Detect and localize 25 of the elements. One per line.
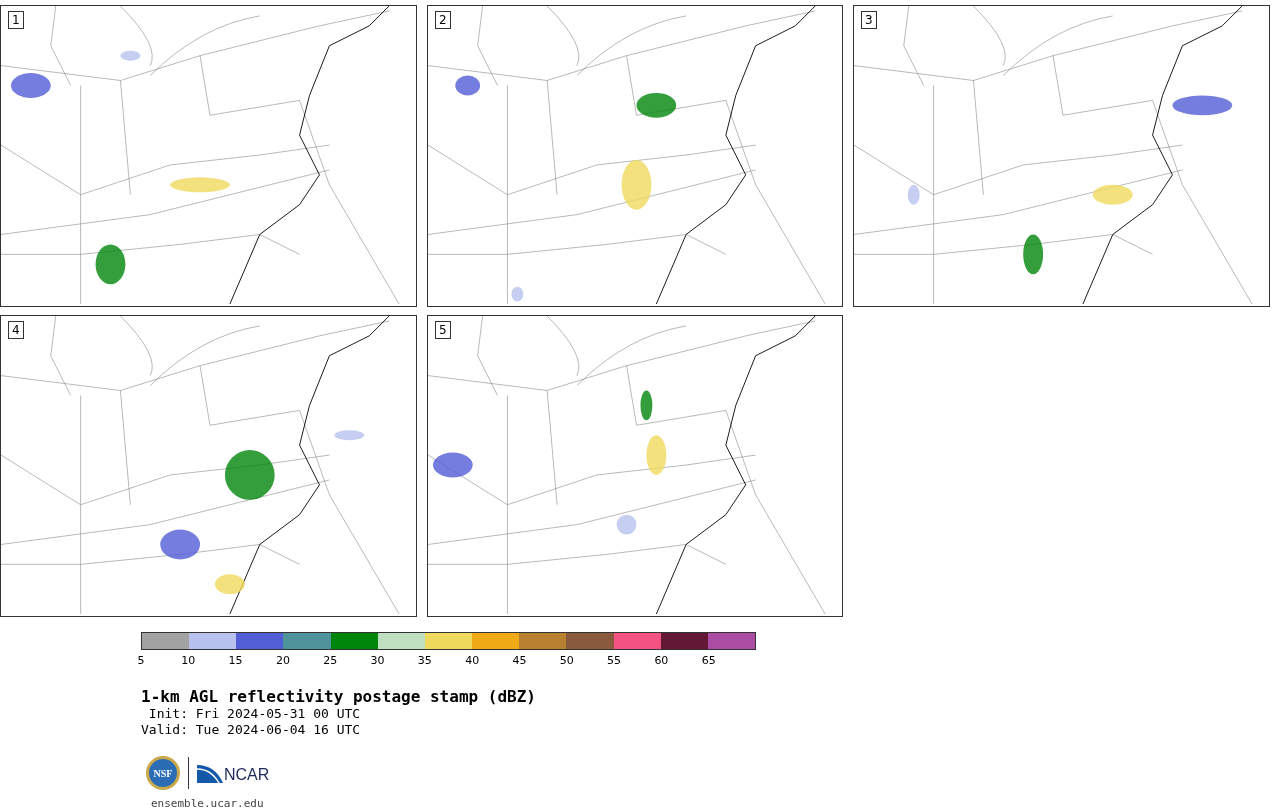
valid-time: Valid: Tue 2024-06-04 16 UTC (141, 722, 362, 738)
tick-label: 50 (559, 654, 574, 668)
ncar-logo-text: NCAR (224, 767, 270, 783)
init-time: Init: Fri 2024-05-31 00 UTC (147, 706, 362, 722)
panel-number: 1 (8, 11, 24, 29)
tick-label: 25 (323, 654, 338, 668)
tick-label: 10 (181, 654, 196, 668)
panel-number: 3 (861, 11, 877, 29)
panel-number: 4 (8, 321, 24, 339)
chart-title: 1-km AGL reflectivity postage stamp (dBZ) (141, 688, 537, 706)
tick-label: 20 (275, 654, 290, 668)
tick-label: 30 (370, 654, 385, 668)
tick-label: 55 (607, 654, 622, 668)
tick-label: 35 (417, 654, 432, 668)
tick-label: 40 (465, 654, 480, 668)
arc-logo-icon (197, 763, 223, 783)
panel-number: 5 (435, 321, 451, 339)
tick-label: 45 (512, 654, 527, 668)
tick-label: 5 (137, 654, 145, 668)
website-url: ensemble.ucar.edu (150, 796, 265, 809)
tick-label: 65 (701, 654, 716, 668)
panel-number: 2 (435, 11, 451, 29)
tick-label: 15 (228, 654, 243, 668)
tick-label: 60 (654, 654, 669, 668)
nsf-logo: NSF (146, 756, 180, 790)
